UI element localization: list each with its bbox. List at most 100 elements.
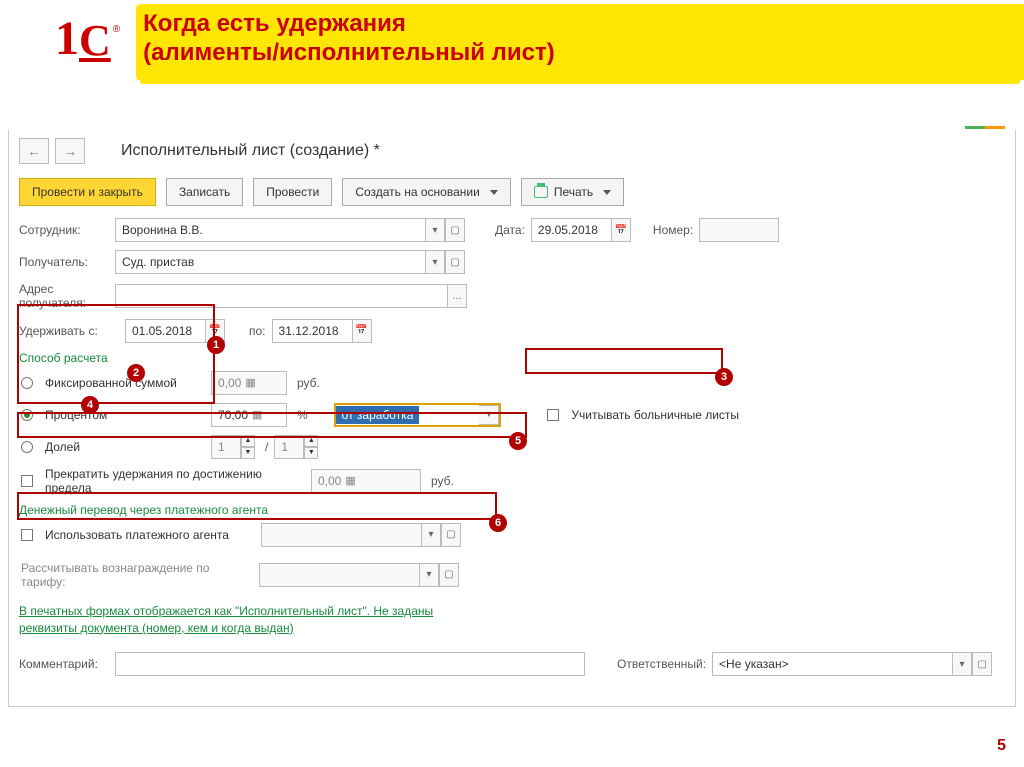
comment-label: Комментарий: [19, 657, 109, 671]
fixed-sum-radio[interactable] [21, 377, 33, 389]
address-field[interactable]: … [115, 284, 467, 308]
app-window: ← → Исполнительный лист (создание) * Про… [8, 130, 1016, 707]
slide-title-line2: (алименты/исполнительный лист) [143, 39, 555, 68]
dropdown-icon[interactable]: ▾ [425, 250, 445, 274]
fixed-amount-input[interactable]: 0,00 ▦ [211, 371, 287, 395]
percent-label: Процентом [45, 408, 205, 422]
percent-radio[interactable] [21, 409, 33, 421]
calc-method-title: Способ расчета [19, 351, 1005, 365]
printer-icon [534, 186, 548, 198]
date-input[interactable]: 29.05.2018 [531, 218, 611, 242]
calendar-icon[interactable]: 📅 [205, 319, 225, 343]
open-icon[interactable]: ▢ [439, 563, 459, 587]
fraction-numerator-stepper[interactable]: 1 ▲▼ [211, 435, 255, 459]
calculator-icon: ▦ [341, 474, 359, 487]
fixed-amount-value: 0,00 [218, 376, 241, 390]
rub-unit: руб. [297, 376, 320, 390]
fraction-radio[interactable] [21, 441, 33, 453]
print-button[interactable]: Печать [521, 178, 624, 206]
percent-amount-input[interactable]: 70,00 ▦ [211, 403, 287, 427]
step-down-icon[interactable]: ▼ [304, 447, 318, 459]
stop-limit-label: Прекратить удержания по достижению преде… [45, 467, 305, 495]
deduct-from-label: Удерживать с: [19, 324, 119, 338]
chevron-down-icon [603, 190, 611, 195]
slide-page-number: 5 [997, 737, 1006, 755]
consider-sick-checkbox[interactable] [547, 409, 559, 421]
use-agent-label: Использовать платежного агента [45, 528, 255, 542]
address-input[interactable] [115, 284, 447, 308]
calendar-icon[interactable]: 📅 [352, 319, 372, 343]
rub-unit: руб. [431, 474, 454, 488]
calendar-icon[interactable]: 📅 [611, 218, 631, 242]
responsible-input[interactable]: <Не указан> [712, 652, 952, 676]
to-date-field[interactable]: 31.12.2018 📅 [272, 319, 372, 343]
tariff-field[interactable]: ▾ ▢ [259, 563, 459, 587]
open-icon[interactable]: ▢ [441, 523, 461, 547]
post-and-close-button[interactable]: Провести и закрыть [19, 178, 156, 206]
date-field[interactable]: 29.05.2018 📅 [531, 218, 631, 242]
dropdown-icon[interactable]: ▾ [952, 652, 972, 676]
open-icon[interactable]: ▢ [445, 218, 465, 242]
dropdown-icon[interactable]: ▾ [425, 218, 445, 242]
address-label: Адрес получателя: [19, 282, 109, 311]
stop-limit-checkbox[interactable] [21, 475, 33, 487]
slide-title: Когда есть удержания (алименты/исполните… [143, 10, 555, 68]
slash: / [265, 440, 268, 454]
employee-field[interactable]: Воронина В.В. ▾ ▢ [115, 218, 465, 242]
slide-title-line1: Когда есть удержания [143, 10, 555, 39]
recipient-label: Получатель: [19, 255, 109, 269]
open-icon[interactable]: ▢ [445, 250, 465, 274]
step-down-icon[interactable]: ▼ [241, 447, 255, 459]
fraction-num-input[interactable]: 1 [211, 435, 241, 459]
agent-section-title: Денежный перевод через платежного агента [19, 503, 1005, 517]
fraction-denominator-stepper[interactable]: 1 ▲▼ [274, 435, 318, 459]
employee-input[interactable]: Воронина В.В. [115, 218, 425, 242]
pct-unit: % [297, 408, 308, 422]
post-label: Провести [266, 185, 319, 199]
nav-back-button[interactable]: ← [19, 138, 49, 164]
calculator-icon: ▦ [248, 408, 266, 421]
nav-forward-button[interactable]: → [55, 138, 85, 164]
employee-label: Сотрудник: [19, 223, 109, 237]
date-label: Дата: [495, 223, 525, 237]
ellipsis-icon[interactable]: … [447, 284, 467, 308]
recipient-field[interactable]: Суд. пристав ▾ ▢ [115, 250, 465, 274]
number-input[interactable] [699, 218, 779, 242]
percent-amount-value: 70,00 [218, 408, 248, 422]
to-label: по: [249, 324, 266, 338]
print-form-note-link[interactable]: В печатных формах отображается как "Испо… [19, 603, 439, 637]
agent-input[interactable] [261, 523, 421, 547]
responsible-label: Ответственный: [617, 657, 706, 671]
responsible-field[interactable]: <Не указан> ▾ ▢ [712, 652, 992, 676]
limit-amount-input[interactable]: 0,00 ▦ [311, 469, 421, 493]
consider-sick-label: Учитывать больничные листы [571, 408, 739, 422]
step-up-icon[interactable]: ▲ [241, 435, 255, 447]
open-icon[interactable]: ▢ [972, 652, 992, 676]
fraction-den-input[interactable]: 1 [274, 435, 304, 459]
number-label: Номер: [653, 223, 693, 237]
calculator-icon: ▦ [241, 376, 259, 389]
create-based-on-button[interactable]: Создать на основании [342, 178, 511, 206]
tariff-input[interactable] [259, 563, 419, 587]
agent-field[interactable]: ▾ ▢ [261, 523, 461, 547]
dropdown-icon[interactable]: ▾ [421, 523, 441, 547]
tab-accent [965, 126, 1005, 129]
recipient-input[interactable]: Суд. пристав [115, 250, 425, 274]
save-button[interactable]: Записать [166, 178, 243, 206]
from-date-input[interactable]: 01.05.2018 [125, 319, 205, 343]
dropdown-icon[interactable]: ▾ [419, 563, 439, 587]
percent-base-select[interactable]: от заработка ▾ [334, 403, 502, 427]
to-date-input[interactable]: 31.12.2018 [272, 319, 352, 343]
print-label: Печать [554, 185, 593, 199]
tariff-label: Рассчитывать вознаграждение по тарифу: [21, 561, 253, 589]
comment-input[interactable] [115, 652, 585, 676]
fraction-label: Долей [45, 440, 205, 454]
step-up-icon[interactable]: ▲ [304, 435, 318, 447]
from-date-field[interactable]: 01.05.2018 📅 [125, 319, 225, 343]
fixed-sum-label: Фиксированной суммой [45, 376, 205, 390]
dropdown-icon[interactable]: ▾ [479, 405, 499, 425]
use-agent-checkbox[interactable] [21, 529, 33, 541]
post-button[interactable]: Провести [253, 178, 332, 206]
page-title: Исполнительный лист (создание) * [121, 142, 380, 160]
create-based-label: Создать на основании [355, 185, 480, 199]
